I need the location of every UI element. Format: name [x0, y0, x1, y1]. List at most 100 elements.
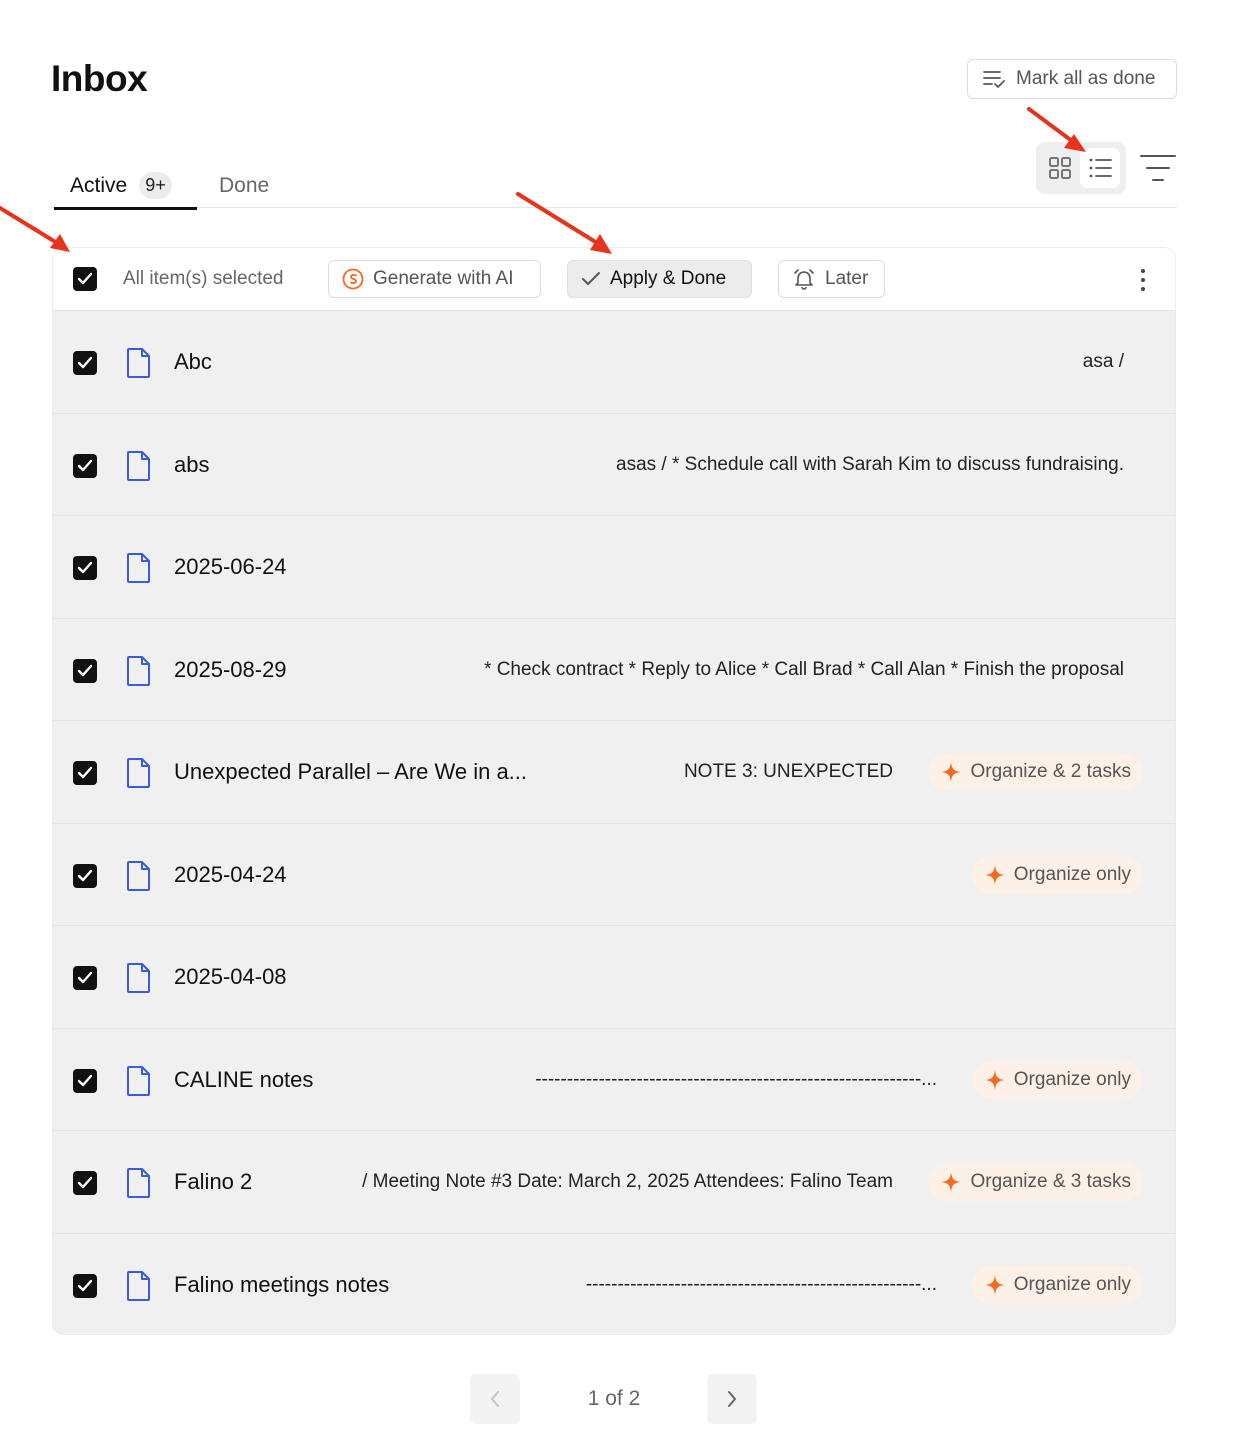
- check-icon: [77, 1176, 93, 1189]
- mark-all-done-button[interactable]: Mark all as done: [967, 59, 1177, 99]
- row-checkbox[interactable]: [73, 1273, 97, 1298]
- later-label: Later: [825, 268, 869, 289]
- inbox-row[interactable]: Abc asa /: [53, 311, 1175, 414]
- row-checkbox[interactable]: [73, 658, 97, 683]
- row-preview: * Check contract * Reply to Alice * Call…: [484, 658, 1124, 680]
- tag-label: Organize & 3 tasks: [970, 1171, 1131, 1192]
- active-count-badge: 9+: [139, 172, 172, 199]
- row-title: Falino 2: [174, 1169, 253, 1194]
- sparkle-icon: [984, 864, 1005, 885]
- check-icon: [77, 459, 93, 471]
- row-checkbox[interactable]: [73, 761, 97, 785]
- document-icon: [126, 1270, 152, 1307]
- inbox-row[interactable]: 2025-08-29 * Check contract * Reply to Al…: [53, 619, 1175, 721]
- row-checkbox[interactable]: [73, 966, 97, 990]
- filter-icon: [1140, 155, 1176, 181]
- tag-label: Organize & 2 tasks: [970, 761, 1131, 782]
- row-checkbox[interactable]: [73, 556, 97, 580]
- list-icon: [1089, 158, 1112, 178]
- row-title: Unexpected Parallel – Are We in a...: [174, 759, 528, 784]
- sparkle-icon: [984, 1069, 1005, 1090]
- inbox-row[interactable]: 2025-04-24 Organize only: [53, 824, 1175, 926]
- document-icon: [126, 757, 152, 794]
- kebab-dot: [1141, 278, 1145, 282]
- row-title: 2025-04-24: [174, 861, 287, 887]
- filter-button[interactable]: [1140, 153, 1176, 188]
- inbox-row[interactable]: Falino meetings notes -------------------…: [53, 1234, 1175, 1335]
- bulk-action-toolbar: All item(s) selected Generate with AI Ap…: [53, 248, 1175, 311]
- row-checkbox[interactable]: [73, 453, 97, 478]
- check-icon: [77, 766, 93, 779]
- inbox-row[interactable]: 2025-04-08: [53, 926, 1175, 1029]
- check-icon: [77, 971, 93, 984]
- organize-tag-button[interactable]: Organize only: [971, 1060, 1143, 1099]
- row-checkbox[interactable]: [73, 351, 97, 375]
- row-preview: asa /: [1082, 351, 1124, 372]
- document-icon: [126, 1167, 152, 1204]
- inbox-row[interactable]: abs asas / * Schedule call with Sarah Kim…: [53, 414, 1175, 516]
- inbox-row[interactable]: Unexpected Parallel – Are We in a... NOTE…: [53, 721, 1175, 824]
- page-title: Inbox: [51, 58, 148, 99]
- sparkle-icon: [984, 1274, 1005, 1295]
- row-checkbox[interactable]: [73, 863, 97, 888]
- alarm-icon: [794, 269, 814, 290]
- selection-label: All item(s) selected: [123, 268, 284, 289]
- check-icon: [77, 1074, 93, 1086]
- tab-bar: Active 9+ Done: [51, 150, 1177, 210]
- chevron-right-icon: [728, 1391, 736, 1407]
- pagination: 1 of 2: [470, 1374, 758, 1424]
- row-preview: / Meeting Note #3 Date: March 2, 2025 At…: [362, 1171, 893, 1192]
- row-title: 2025-06-24: [174, 554, 287, 579]
- organize-tag-button[interactable]: Organize & 2 tasks: [928, 753, 1143, 791]
- generate-label: Generate with AI: [373, 268, 514, 289]
- tab-active[interactable]: Active 9+: [54, 164, 197, 210]
- apply-label: Apply & Done: [610, 268, 727, 289]
- inbox-rows: Abc asa / abs asas / * Schedule call with S…: [53, 311, 1175, 1335]
- grid-view-button[interactable]: [1048, 156, 1072, 185]
- row-checkbox[interactable]: [73, 1171, 97, 1195]
- mark-all-done-label: Mark all as done: [1016, 68, 1156, 89]
- document-icon: [126, 450, 152, 487]
- organize-tag-button[interactable]: Organize only: [971, 855, 1143, 894]
- check-icon: [77, 664, 93, 676]
- row-title: abs: [174, 451, 210, 477]
- inbox-row[interactable]: CALINE notes ----------------------------…: [53, 1029, 1175, 1131]
- tab-done-label: Done: [219, 174, 270, 197]
- check-icon: [77, 272, 93, 285]
- organize-tag-button[interactable]: Organize & 3 tasks: [928, 1163, 1143, 1201]
- kebab-dot: [1141, 287, 1145, 291]
- row-title: Abc: [174, 349, 212, 374]
- organize-tag-button[interactable]: Organize only: [971, 1265, 1143, 1304]
- apply-and-done-button[interactable]: Apply & Done: [567, 260, 752, 298]
- later-button[interactable]: Later: [778, 260, 885, 298]
- tab-done[interactable]: Done: [219, 164, 269, 208]
- row-checkbox[interactable]: [73, 1068, 97, 1093]
- tag-label: Organize only: [1013, 863, 1131, 885]
- document-icon: [126, 962, 152, 999]
- tag-label: Organize only: [1013, 1273, 1131, 1295]
- list-view-button[interactable]: [1080, 148, 1120, 188]
- grid-icon: [1049, 157, 1071, 179]
- row-preview: ----------------------------------------…: [585, 1273, 937, 1295]
- generate-with-ai-button[interactable]: Generate with AI: [328, 260, 541, 298]
- tag-label: Organize only: [1013, 1068, 1131, 1090]
- sparkle-icon: [941, 762, 962, 782]
- ai-logo-icon: [342, 268, 364, 290]
- check-icon: [77, 356, 93, 369]
- document-icon: [126, 860, 152, 897]
- row-preview: asas / * Schedule call with Sarah Kim to…: [616, 453, 1124, 475]
- more-options-button[interactable]: [1135, 266, 1151, 294]
- document-icon: [126, 655, 152, 692]
- row-title: CALINE notes: [174, 1066, 314, 1092]
- row-preview: NOTE 3: UNEXPECTED: [683, 761, 893, 782]
- row-preview: ----------------------------------------…: [535, 1068, 937, 1090]
- select-all-checkbox[interactable]: [73, 267, 97, 291]
- check-icon: [77, 561, 93, 574]
- next-page-button[interactable]: [707, 1374, 757, 1424]
- inbox-row[interactable]: Falino 2 / Meeting Note #3 Date: March 2,…: [53, 1131, 1175, 1234]
- inbox-row[interactable]: 2025-06-24: [53, 516, 1175, 619]
- checklist-icon: [983, 71, 1005, 88]
- kebab-dot: [1141, 269, 1145, 273]
- row-title: 2025-08-29: [174, 656, 287, 682]
- document-icon: [126, 347, 152, 384]
